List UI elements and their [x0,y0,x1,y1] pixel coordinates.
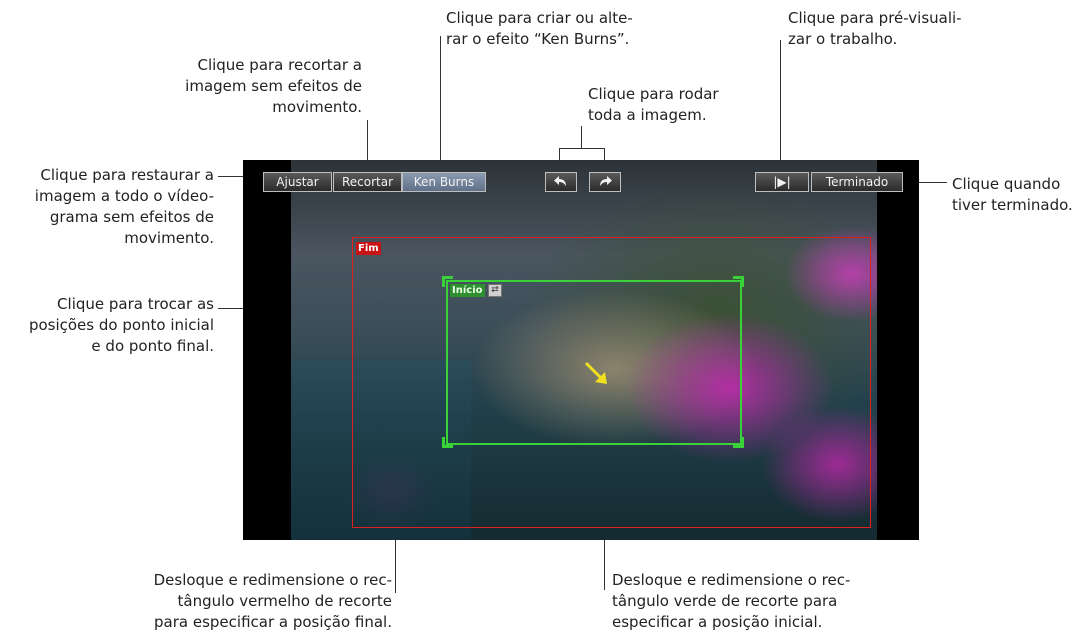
motion-arrow-icon [584,361,607,384]
ken-burns-button[interactable]: Ken Burns [402,172,486,192]
end-label: Fim [356,242,381,255]
rotate-left-button[interactable] [545,172,577,192]
recortar-button[interactable]: Recortar [333,172,402,192]
start-handle-bottom-right[interactable] [733,437,744,448]
callout-swap: Clique para trocar as posições do ponto … [28,295,214,355]
callout-preview: Clique para pré-visuali- zar o trabalho. [788,9,962,48]
leader-line-preview [780,40,781,172]
callout-green-rect: Desloque e redimensione o rec- tângulo v… [612,571,851,631]
ajustar-button[interactable]: Ajustar [263,172,332,192]
leader-line-ken-burns [440,36,441,172]
leader-line-rotate-v [581,126,582,148]
rotate-right-icon [600,176,612,186]
callout-ajustar: Clique para restaurar a imagem a todo o … [34,166,214,247]
rotate-left-icon [554,176,566,186]
letterbox-right [877,160,919,540]
swap-icon[interactable]: ⇄ [488,284,502,297]
callout-rotate: Clique para rodar toda a imagem. [588,85,719,124]
leader-line-red-rect [395,535,396,593]
start-label: Início [450,284,485,297]
leader-line-rotate-h [559,148,605,149]
callout-recortar: Clique para recortar a imagem sem efeito… [185,56,362,116]
letterbox-left [243,160,291,540]
preview-button[interactable]: |▶| [755,172,809,192]
callout-red-rect: Desloque e redimensione o rec- tângulo v… [153,571,392,631]
start-handle-top-left[interactable] [442,276,453,287]
start-handle-bottom-left[interactable] [442,437,453,448]
photo-viewer[interactable]: Ajustar Recortar Ken Burns |▶| Terminado… [243,160,919,540]
callout-done: Clique quando tiver terminado. [952,175,1073,214]
callout-ken-burns: Clique para criar ou alte- rar o efeito … [446,9,633,48]
done-button[interactable]: Terminado [811,172,903,192]
start-handle-top-right[interactable] [733,276,744,287]
rotate-right-button[interactable] [589,172,621,192]
